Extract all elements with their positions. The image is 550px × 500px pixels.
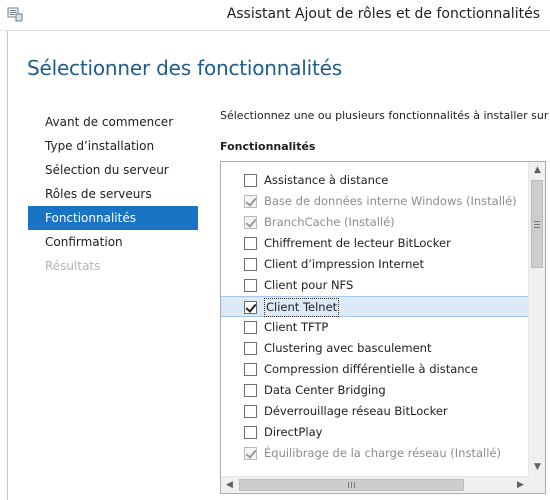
window-title: Assistant Ajout de rôles et de fonctionn… <box>226 6 540 22</box>
list-item[interactable]: Client TFTP <box>221 317 529 338</box>
features-list-items: Assistance à distance Base de données int… <box>221 170 529 464</box>
list-item[interactable]: DirectPlay <box>221 422 529 443</box>
feature-checkbox[interactable] <box>244 342 257 355</box>
feature-label: Déverrouillage réseau BitLocker <box>264 404 448 418</box>
instruction-text: Sélectionnez une ou plusieurs fonctionna… <box>220 109 550 122</box>
list-item[interactable]: Assistance à distance <box>221 170 529 191</box>
feature-checkbox[interactable] <box>244 301 257 314</box>
list-item[interactable]: BranchCache (Installé) <box>221 212 529 233</box>
feature-checkbox[interactable] <box>244 426 257 439</box>
list-item[interactable]: Clustering avec basculement <box>221 338 529 359</box>
feature-label: Clustering avec basculement <box>264 341 432 355</box>
scroll-right-icon[interactable]: ▶ <box>512 477 529 493</box>
feature-label: Équilibrage de la charge réseau (Install… <box>264 446 501 460</box>
feature-checkbox[interactable] <box>244 405 257 418</box>
horizontal-scroll-thumb[interactable] <box>239 479 464 491</box>
list-item[interactable]: Client pour NFS <box>221 275 529 296</box>
nav-item-2[interactable]: Sélection du serveur <box>28 158 198 182</box>
feature-checkbox[interactable] <box>244 363 257 376</box>
nav-item-6: Résultats <box>45 259 101 273</box>
features-list[interactable]: Assistance à distance Base de données int… <box>220 161 546 494</box>
nav-item-5[interactable]: Confirmation <box>28 230 198 254</box>
list-item[interactable]: Client d’impression Internet <box>221 254 529 275</box>
horizontal-scrollbar[interactable]: ◀ ▶ <box>221 476 529 493</box>
feature-checkbox[interactable] <box>244 258 257 271</box>
feature-checkbox[interactable] <box>244 279 257 292</box>
list-item[interactable]: Déverrouillage réseau BitLocker <box>221 401 529 422</box>
list-item[interactable]: Compression différentielle à distance <box>221 359 529 380</box>
feature-label: Client Telnet <box>264 298 340 317</box>
nav-item-4[interactable]: Fonctionnalités <box>28 206 198 230</box>
feature-checkbox <box>244 195 257 208</box>
vertical-scrollbar[interactable]: ▲ ▼ <box>528 162 545 476</box>
vertical-scroll-thumb[interactable] <box>531 180 543 268</box>
wizard-nav: Avant de commencer Type d’installation Sél… <box>28 110 198 278</box>
list-item[interactable]: Chiffrement de lecteur BitLocker <box>221 233 529 254</box>
feature-checkbox[interactable] <box>244 384 257 397</box>
feature-label: Client TFTP <box>264 320 329 334</box>
feature-checkbox[interactable] <box>244 237 257 250</box>
list-item[interactable]: Équilibrage de la charge réseau (Install… <box>221 443 529 464</box>
feature-label: Assistance à distance <box>264 173 389 187</box>
feature-checkbox <box>244 216 257 229</box>
nav-item-3[interactable]: Rôles de serveurs <box>28 182 198 206</box>
feature-label: Chiffrement de lecteur BitLocker <box>264 236 451 250</box>
title-bar: Assistant Ajout de rôles et de fonctionn… <box>0 0 550 31</box>
scroll-down-icon[interactable]: ▼ <box>529 459 545 476</box>
scroll-up-icon[interactable]: ▲ <box>529 162 545 179</box>
feature-checkbox[interactable] <box>244 321 257 334</box>
list-item[interactable]: Data Center Bridging <box>221 380 529 401</box>
feature-label: Client pour NFS <box>264 278 354 292</box>
scrollbar-corner <box>528 476 545 493</box>
feature-label: BranchCache (Installé) <box>264 215 395 229</box>
feature-label: Client d’impression Internet <box>264 257 424 271</box>
feature-label: DirectPlay <box>264 425 323 439</box>
page-title: Sélectionner des fonctionnalités <box>27 56 342 80</box>
scroll-left-icon[interactable]: ◀ <box>221 477 238 493</box>
list-item[interactable]: Base de données interne Windows (Install… <box>221 191 529 212</box>
grip-icon <box>348 482 355 488</box>
window-frame <box>7 31 8 500</box>
features-label: Fonctionnalités <box>220 140 316 153</box>
nav-item-0[interactable]: Avant de commencer <box>28 110 198 134</box>
feature-checkbox <box>244 447 257 460</box>
nav-item-1[interactable]: Type d’installation <box>28 134 198 158</box>
feature-label: Compression différentielle à distance <box>264 362 478 376</box>
list-item[interactable]: Client Telnet <box>221 296 529 317</box>
feature-label: Base de données interne Windows (Install… <box>264 194 517 208</box>
feature-checkbox[interactable] <box>244 174 257 187</box>
grip-icon <box>534 221 540 228</box>
feature-label: Data Center Bridging <box>264 383 386 397</box>
